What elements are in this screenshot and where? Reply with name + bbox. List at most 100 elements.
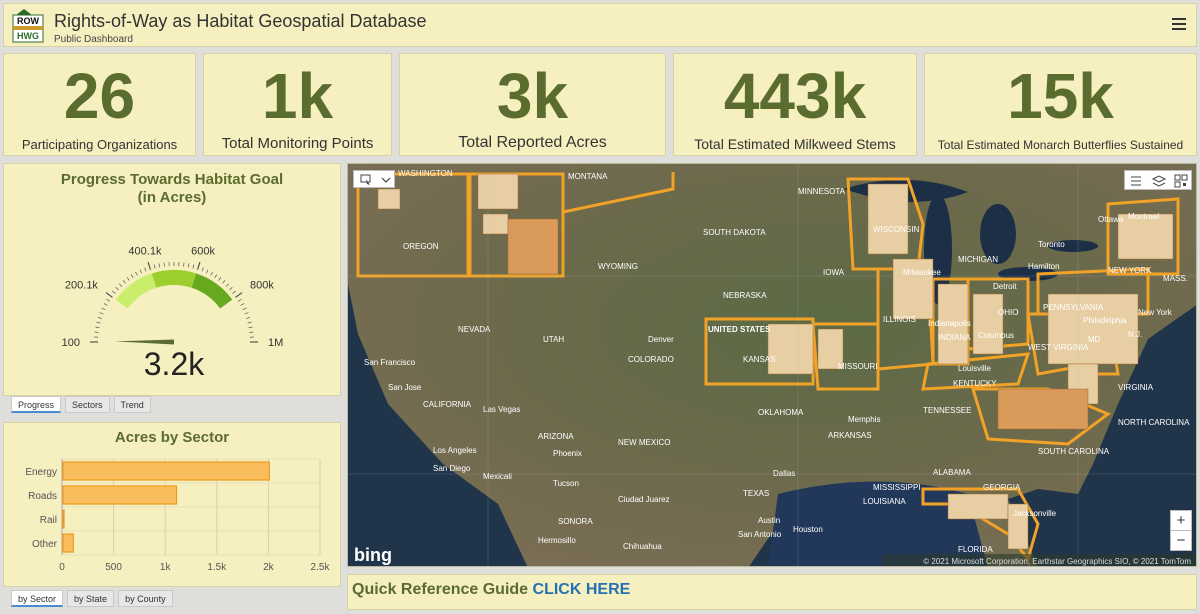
- gauge-tick: [144, 267, 147, 272]
- tab-progress[interactable]: Progress: [11, 396, 62, 413]
- quick-reference-link[interactable]: CLICK HERE: [533, 581, 631, 598]
- gauge-tick: [248, 326, 253, 329]
- map-attribution: © 2021 Microsoft Corporation, Earthstar …: [923, 557, 1191, 566]
- map-label: ILLINOIS: [883, 315, 916, 324]
- map-label: San Antonio: [738, 530, 782, 539]
- x-tick-label: 1.5k: [207, 562, 227, 573]
- map-select-tool[interactable]: [353, 170, 395, 188]
- map-label: New York: [1138, 308, 1173, 317]
- gauge-tick-label: 400.1k: [128, 246, 162, 258]
- map-label: NEW MEXICO: [618, 438, 670, 447]
- map-label: MISSOURI: [838, 362, 878, 371]
- tab-by-county[interactable]: by County: [118, 590, 173, 607]
- map-label: GEORGIA: [983, 483, 1021, 492]
- quick-reference: Quick Reference Guide CLICK HERE: [352, 581, 630, 599]
- map-label: MICHIGAN: [958, 255, 998, 264]
- header-bar: ROW HWG Rights-of-Way as Habitat Geospat…: [3, 3, 1197, 47]
- map-label: OKLAHOMA: [758, 408, 804, 417]
- gauge-tick: [192, 264, 195, 269]
- gauge-tick: [246, 316, 251, 319]
- kpi-value: 1k: [261, 60, 334, 132]
- gauge-tick: [225, 283, 230, 287]
- quick-reference-label: Quick Reference Guide: [352, 581, 529, 598]
- map-label: FLORIDA: [958, 545, 993, 554]
- x-tick-label: 1k: [160, 562, 172, 573]
- gauge-tick: [94, 331, 99, 333]
- map-label: MINNESOTA: [798, 187, 846, 196]
- y-tick-label: Energy: [25, 467, 57, 478]
- kpi-value: 443k: [723, 60, 867, 132]
- gauge-tick-label: 100: [62, 337, 80, 349]
- map-label: TENNESSEE: [923, 406, 971, 415]
- gauge-tick: [147, 261, 152, 270]
- gauge-tick: [122, 280, 126, 284]
- map-label: Columbus: [978, 331, 1014, 340]
- gauge-tick: [210, 271, 213, 276]
- tab-by-sector[interactable]: by Sector: [11, 590, 64, 607]
- map-label: WISCONSIN: [873, 225, 919, 234]
- hamburger-icon[interactable]: [1172, 18, 1186, 31]
- zoom-out-button[interactable]: −: [1170, 530, 1192, 551]
- map-canvas[interactable]: WASHINGTON MONTANA MINNESOTA Ottawa Montreal…: [348, 164, 1197, 567]
- map-label: Mexicali: [483, 472, 512, 481]
- map-label: Las Vegas: [483, 405, 520, 414]
- sector-chart-panel: Acres by Sector 0 500 1k 1.5k 2k 2.5k Energy Ro…: [3, 422, 341, 587]
- gauge-tick: [222, 280, 226, 284]
- map-label: IOWA: [823, 268, 845, 277]
- map-label: NEBRASKA: [723, 291, 767, 300]
- x-tick-label: 2.5k: [311, 562, 331, 573]
- gauge-tick-label: 800k: [250, 280, 274, 292]
- map-label: Dallas: [773, 469, 795, 478]
- bar-other[interactable]: [62, 533, 74, 553]
- gauge-tick: [96, 321, 101, 324]
- gauge-tick: [101, 307, 106, 310]
- map-label: Los Angeles: [433, 446, 477, 455]
- kpi-label: Total Estimated Milkweed Stems: [694, 136, 896, 152]
- gauge-tick: [249, 331, 254, 333]
- map-label: Houston: [793, 525, 823, 534]
- map-label: UTAH: [543, 335, 564, 344]
- gauge-tick: [206, 269, 209, 274]
- gauge-tick: [214, 274, 218, 279]
- legend-icon[interactable]: [1131, 176, 1141, 186]
- zoom-in-button[interactable]: +: [1170, 510, 1192, 531]
- map-label: Philadelphia: [1083, 316, 1127, 325]
- map-label: Hermosillo: [538, 536, 576, 545]
- gauge-tick: [196, 261, 201, 270]
- layers-icon[interactable]: [1151, 175, 1167, 187]
- gauge-band: [151, 270, 197, 288]
- map-label: TEXAS: [743, 489, 769, 498]
- map-label: Chihuahua: [623, 542, 662, 551]
- bar-energy[interactable]: [62, 461, 270, 481]
- tab-trend[interactable]: Trend: [113, 396, 151, 413]
- kpi-value: 3k: [496, 60, 569, 132]
- gauge-tick: [237, 298, 242, 302]
- gauge-band: [115, 273, 157, 309]
- gauge-tick: [247, 321, 252, 324]
- x-tick-label: 2k: [263, 562, 275, 573]
- bar-rail[interactable]: [62, 509, 65, 529]
- gauge-tick: [235, 292, 243, 298]
- kpi-total-milkweed-stems: 443k Total Estimated Milkweed Stems: [673, 53, 917, 156]
- qr-icon[interactable]: [1174, 174, 1188, 188]
- map-label: ARIZONA: [538, 432, 574, 441]
- map-label: SOUTH DAKOTA: [703, 228, 766, 237]
- map-label: Austin: [758, 516, 780, 525]
- gauge-tick: [97, 316, 102, 319]
- gauge-tick: [163, 262, 165, 267]
- map-widgets-toolbar: [1124, 170, 1192, 190]
- tab-by-state[interactable]: by State: [67, 590, 115, 607]
- gauge-tick-label: 600k: [191, 246, 215, 258]
- y-tick-label: Roads: [28, 491, 57, 502]
- bar-roads[interactable]: [62, 485, 178, 505]
- map-label: Denver: [648, 335, 674, 344]
- habitat-map[interactable]: WASHINGTON MONTANA MINNESOTA Ottawa Montreal…: [347, 163, 1197, 567]
- tab-sectors[interactable]: Sectors: [65, 396, 110, 413]
- row-hwg-logo: ROW HWG: [12, 9, 44, 43]
- kpi-total-reported-acres: 3k Total Reported Acres: [399, 53, 666, 156]
- gauge-tick: [130, 274, 134, 279]
- gauge-tick: [229, 286, 233, 291]
- bing-logo: bing: [354, 545, 392, 565]
- kpi-label: Participating Organizations: [21, 137, 178, 152]
- sector-bar-chart: 0 500 1k 1.5k 2k 2.5k Energy Roads Rail Other: [25, 458, 331, 573]
